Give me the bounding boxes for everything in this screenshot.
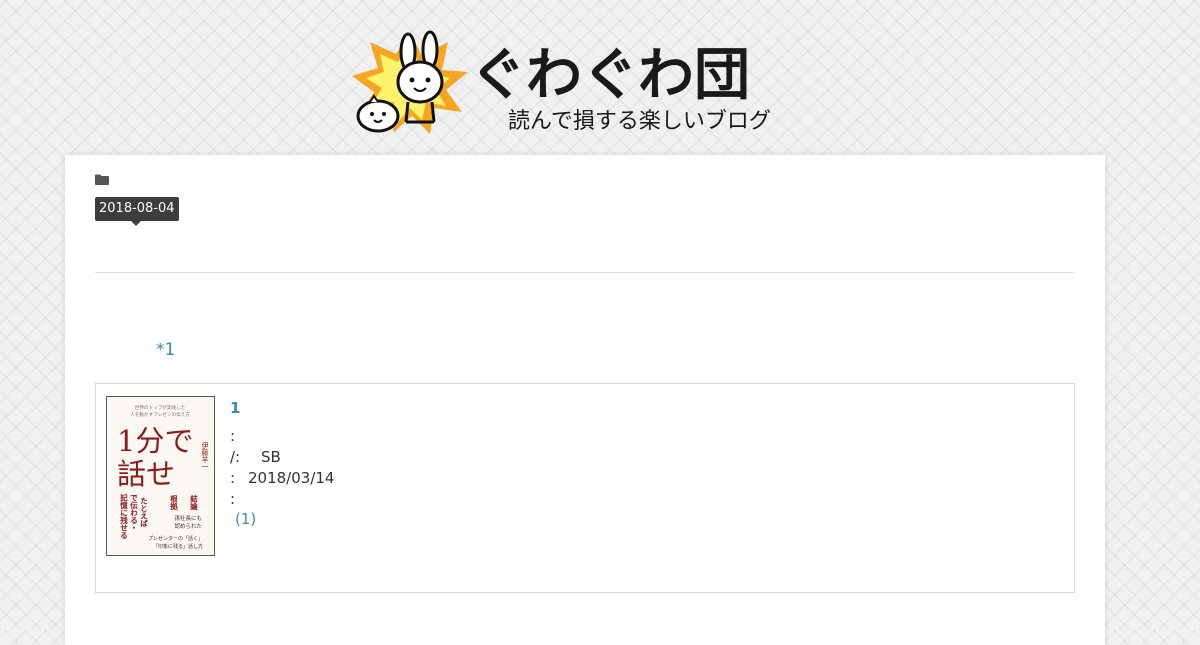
svg-text:で伝わる・: で伝わる・ bbox=[129, 494, 138, 532]
svg-text:世界のトップが実践した: 世界のトップが実践した bbox=[135, 404, 186, 411]
logo-title: ぐわぐわ団 bbox=[470, 43, 750, 108]
book-meta-label: /: bbox=[230, 448, 241, 466]
folder-icon[interactable] bbox=[95, 174, 109, 185]
svg-text:話せ: 話せ bbox=[117, 457, 175, 491]
book-meta-label: : bbox=[230, 469, 236, 487]
footnote-link[interactable]: *1 bbox=[156, 340, 175, 360]
site-header: ぐわぐわ団 読んで損する楽しいブログ bbox=[0, 0, 1200, 150]
site-logo[interactable]: ぐわぐわ団 読んで損する楽しいブログ bbox=[350, 30, 850, 140]
svg-text:プレゼンターの「話く」: プレゼンターの「話く」 bbox=[148, 535, 203, 542]
svg-text:伊藤羊一: 伊藤羊一 bbox=[201, 441, 209, 470]
book-cover-image[interactable]: 世界のトップが実践した 人を動かすプレゼンの伝え方 1分で 話せ 伊藤羊一 記憶… bbox=[106, 396, 215, 556]
svg-text:孫社長にも: 孫社長にも bbox=[174, 514, 202, 522]
book-meta-label: : bbox=[230, 427, 236, 445]
book-title-link[interactable]: 1 bbox=[230, 399, 240, 417]
svg-text:認められた: 認められた bbox=[174, 522, 202, 530]
book-embed: 世界のトップが実践した 人を動かすプレゼンの伝え方 1分で 話せ 伊藤羊一 記憶… bbox=[95, 383, 1075, 593]
book-release-date: 2018/03/14 bbox=[248, 469, 335, 487]
article-card: 2018-08-04 *1 世界のトップが実践した 人を動かすプレゼンの伝え方 … bbox=[65, 155, 1105, 645]
book-meta-label: : bbox=[230, 490, 236, 508]
review-link[interactable]: (1) bbox=[235, 510, 256, 528]
divider bbox=[95, 272, 1075, 273]
svg-text:結論: 結論 bbox=[189, 494, 198, 512]
svg-text:人を動かすプレゼンの伝え方: 人を動かすプレゼンの伝え方 bbox=[130, 411, 190, 418]
svg-text:根拠: 根拠 bbox=[169, 494, 178, 512]
svg-text:「印象に残る」話し方: 「印象に残る」話し方 bbox=[153, 543, 203, 550]
logo-subtitle: 読んで損する楽しいブログ bbox=[508, 109, 771, 134]
svg-text:1分で: 1分で bbox=[117, 424, 193, 458]
post-date-badge: 2018-08-04 bbox=[95, 197, 179, 226]
svg-text:たとえば: たとえば bbox=[139, 497, 148, 528]
svg-text:記憶に残せる: 記憶に残せる bbox=[119, 493, 128, 540]
book-publisher: SB bbox=[261, 448, 281, 466]
